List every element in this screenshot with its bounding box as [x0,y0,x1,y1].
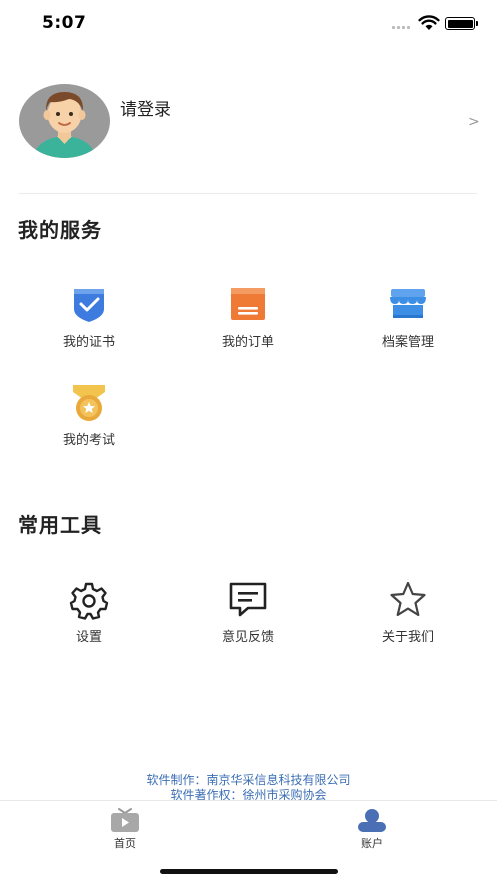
tool-about[interactable]: 关于我们 [338,580,478,645]
account-icon [358,809,386,832]
gear-icon [69,582,109,620]
profile-login-row[interactable]: 请登录 > [0,80,497,170]
divider [18,193,477,194]
tools-section-title: 常用工具 [18,513,102,537]
status-time: 5:07 [42,13,87,33]
tab-account[interactable]: 账户 [332,807,412,851]
tool-settings[interactable]: 设置 [19,580,159,645]
certificate-icon [74,289,104,322]
tool-label: 设置 [75,630,102,645]
tab-account-label: 账户 [361,837,383,850]
order-icon [231,288,265,320]
tv-play-icon [111,808,139,832]
services-section-title: 我的服务 [18,218,102,242]
login-prompt[interactable]: 请登录 [120,95,171,120]
home-indicator[interactable] [160,869,338,874]
tab-home-label: 首页 [114,837,136,850]
tool-feedback[interactable]: 意见反馈 [178,580,318,645]
wifi-icon [418,15,440,30]
service-archive[interactable]: 档案管理 [338,285,478,350]
service-exam[interactable]: 我的考试 [19,383,159,448]
exam-medal-icon [73,385,105,421]
service-label: 我的证书 [62,335,115,350]
service-certificate[interactable]: 我的证书 [19,285,159,350]
service-label: 我的考试 [62,433,115,448]
archive-store-icon [390,289,426,318]
star-icon [390,581,426,617]
service-label: 档案管理 [381,335,434,350]
chevron-right-icon: > [468,114,480,130]
service-orders[interactable]: 我的订单 [178,285,318,350]
signal-icon [392,26,414,30]
tool-label: 关于我们 [381,630,434,645]
avatar [19,84,110,158]
tab-home[interactable]: 首页 [85,807,165,851]
status-bar: 5:07 [0,0,497,48]
battery-icon [445,17,478,30]
feedback-icon [229,582,267,617]
tool-label: 意见反馈 [221,630,274,645]
service-label: 我的订单 [221,335,274,350]
